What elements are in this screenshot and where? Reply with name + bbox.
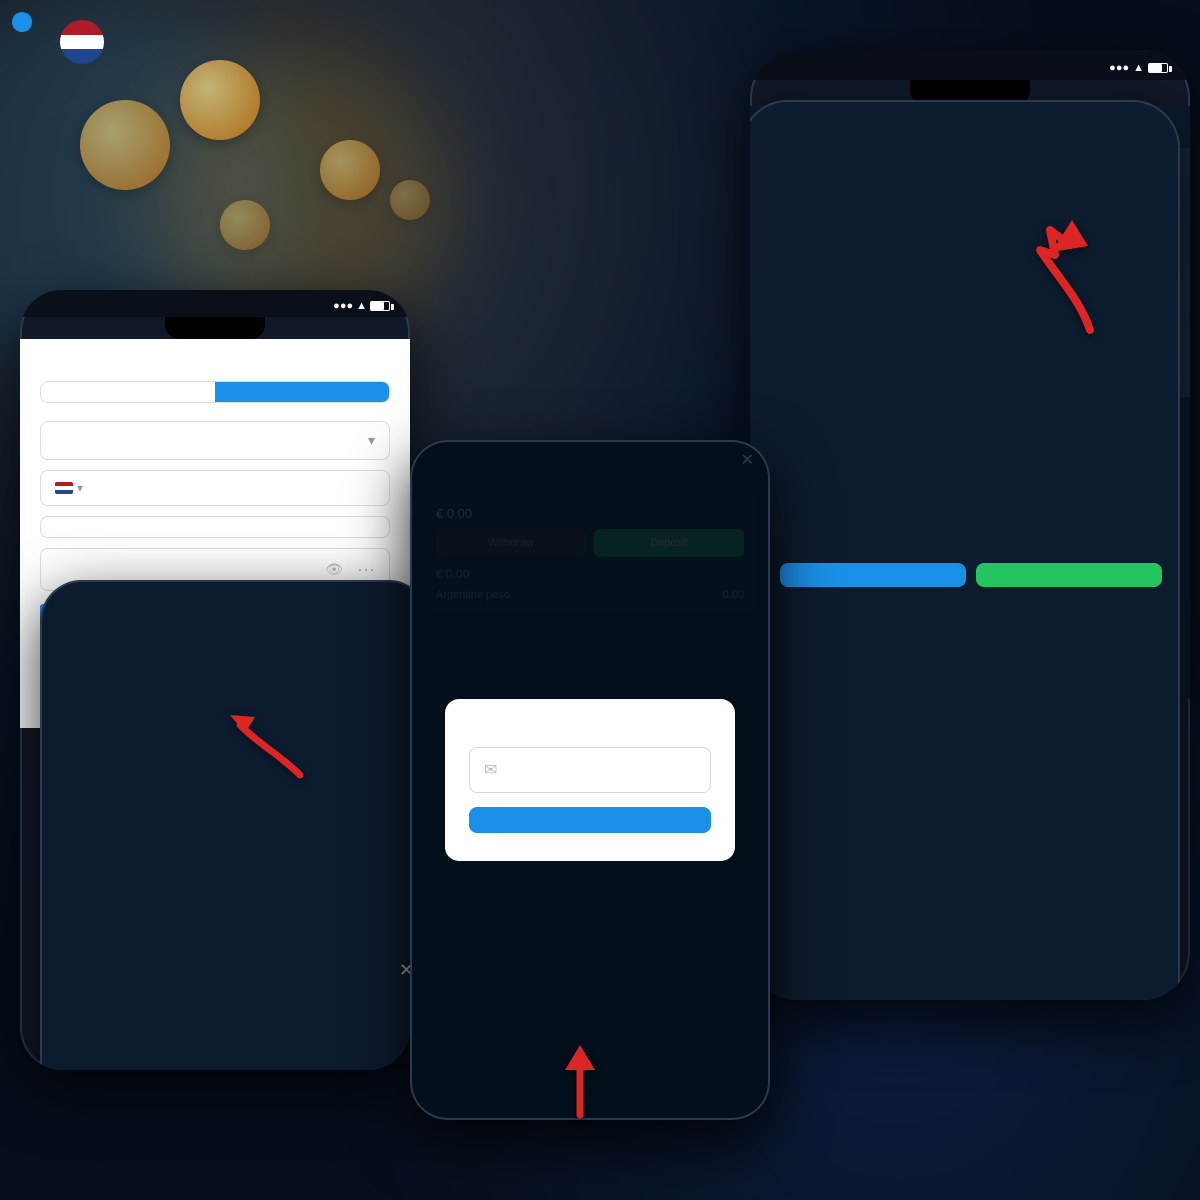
email-row[interactable] [40,516,390,538]
chevron-down-icon: ▾ [368,432,375,449]
logo-area [30,30,104,74]
coin-decoration-4 [390,180,430,220]
status-icons-left: ●●● ▲ [333,300,390,312]
verify-modal-overlay: ✉ [410,440,770,1120]
coin-decoration-5 [80,100,170,190]
netherlands-flag [60,20,104,64]
envelope-icon: ✉ [484,760,497,780]
phone-row[interactable]: ▾ [40,470,390,506]
tab-quick[interactable] [215,382,389,402]
eye-icon: 👁 [325,561,343,578]
email-field-verify[interactable]: ✉ [469,747,711,793]
dots-icon: ··· [357,559,375,580]
tab-social[interactable] [41,382,215,402]
notch-left [165,317,265,339]
verify-button[interactable] [469,807,711,833]
verify-modal: ✉ [445,699,735,861]
promocode-arrow-svg [220,695,320,795]
signup-arrow-svg [1000,200,1120,340]
registration-tabs [40,381,390,403]
status-bar-left: ●●● ▲ [20,290,410,317]
close-button[interactable]: ✕ [399,960,410,981]
phone-right: ●●● ▲ Main Live Sports Casino Live 🔍 [750,50,1190,1000]
nl-flag-small [55,482,73,494]
arrow-right [1000,200,1120,345]
currency-row[interactable]: ▾ [40,421,390,460]
phone-center: ●●● ▲ ✕ € 0.00 Withdraw Deposit € 0.00 A… [410,440,770,1120]
coin-decoration-2 [320,140,380,200]
arrow-promocode [220,695,320,800]
status-icons-right: ●●● ▲ [1109,62,1168,74]
phone-left: ●●● ▲ ✕ ▾ ▾ [20,290,410,1070]
verify-arrow-svg [540,1040,620,1120]
flag-chevron: ▾ [77,481,83,495]
battery-left [370,301,390,311]
signin-button[interactable] [780,563,966,587]
coin-decoration-1 [180,60,260,140]
arrow-verify [540,1040,620,1125]
app-header-left: ✕ [40,580,410,1070]
battery-icon [1148,63,1168,73]
logo-dot [12,12,32,32]
phone-prefix: ▾ [55,481,83,495]
header-buttons [780,563,1162,587]
signup-button[interactable] [976,563,1162,587]
status-bar-right: ●●● ▲ [750,50,1190,80]
logo-container [30,42,50,62]
coin-decoration-3 [220,200,270,250]
